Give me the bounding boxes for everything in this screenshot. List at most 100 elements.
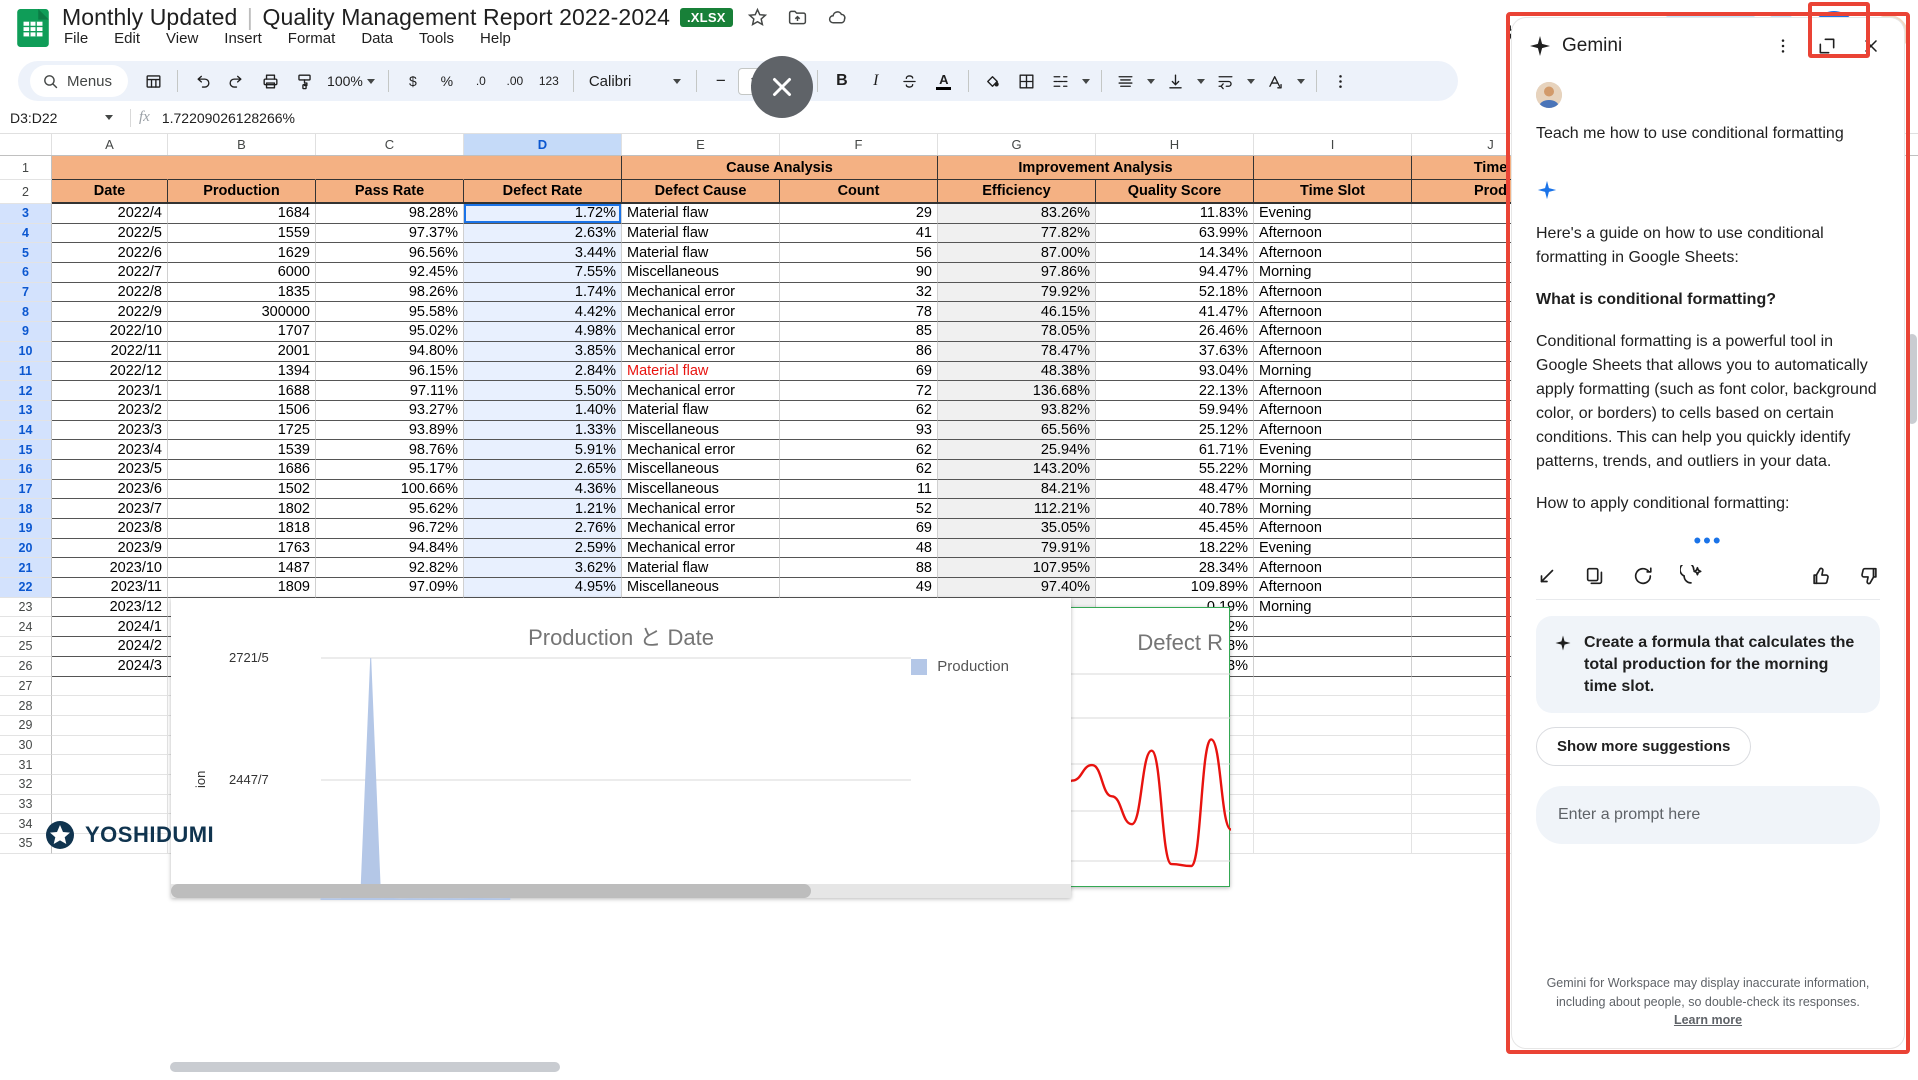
cell-production[interactable]: 1539 bbox=[168, 440, 316, 460]
horizontal-scrollbar[interactable] bbox=[170, 1062, 1510, 1072]
cell-defect-cause[interactable]: Material flaw bbox=[622, 400, 780, 421]
zoom-level-selector[interactable]: 100% bbox=[321, 65, 381, 97]
cell-quality-score[interactable]: 18.22% bbox=[1096, 538, 1254, 559]
cell-blank[interactable] bbox=[1254, 676, 1412, 697]
menu-item-data[interactable]: Data bbox=[359, 28, 395, 49]
merge-cells-icon[interactable] bbox=[1044, 65, 1078, 97]
cell-quality-score[interactable]: 37.63% bbox=[1096, 341, 1254, 362]
cell-time-slot[interactable]: Morning bbox=[1254, 263, 1412, 283]
learn-more-link[interactable]: Learn more bbox=[1674, 1013, 1742, 1027]
cell-defect-cause[interactable]: Miscellaneous bbox=[622, 263, 780, 283]
cell-quality-score[interactable]: 25.12% bbox=[1096, 420, 1254, 441]
row-header-29[interactable]: 29 bbox=[0, 715, 52, 736]
cell-defect-rate[interactable]: 4.36% bbox=[464, 479, 622, 500]
close-overlay-button[interactable] bbox=[751, 56, 813, 118]
cell-production[interactable]: 1487 bbox=[168, 558, 316, 579]
header-defect-rate[interactable]: Defect Rate bbox=[464, 180, 622, 204]
cell-production[interactable]: 1835 bbox=[168, 282, 316, 303]
cell-time-slot[interactable]: Afternoon bbox=[1254, 223, 1412, 244]
cell-time-slot[interactable]: Afternoon bbox=[1254, 558, 1412, 579]
cell-date[interactable]: 2023/6 bbox=[52, 479, 168, 500]
cell-date[interactable]: 2023/9 bbox=[52, 538, 168, 559]
cell-pass-rate[interactable]: 95.58% bbox=[316, 302, 464, 323]
cell-date[interactable]: 2024/1 bbox=[52, 617, 168, 638]
bold-button[interactable]: B bbox=[825, 65, 859, 97]
cell-quality-score[interactable]: 26.46% bbox=[1096, 322, 1254, 342]
decrease-decimal-button[interactable]: .0 bbox=[464, 65, 498, 97]
text-rotation-caret[interactable] bbox=[1293, 65, 1309, 97]
thumb-up-icon[interactable] bbox=[1810, 565, 1832, 587]
cell-efficiency[interactable]: 84.21% bbox=[938, 479, 1096, 500]
cell-blank[interactable] bbox=[52, 676, 168, 697]
row-header-16[interactable]: 16 bbox=[0, 459, 52, 480]
row-header-9[interactable]: 9 bbox=[0, 322, 52, 342]
cell-quality-score[interactable]: 22.13% bbox=[1096, 381, 1254, 401]
row-header-20[interactable]: 20 bbox=[0, 538, 52, 559]
gemini-suggestion-chip[interactable]: Create a formula that calculates the tot… bbox=[1536, 616, 1880, 714]
row-header-33[interactable]: 33 bbox=[0, 794, 52, 815]
cell-pass-rate[interactable]: 94.80% bbox=[316, 341, 464, 362]
cell-production[interactable]: 1686 bbox=[168, 459, 316, 480]
star-icon[interactable] bbox=[743, 2, 773, 32]
cell-time-slot[interactable]: Afternoon bbox=[1254, 381, 1412, 401]
cell-efficiency[interactable]: 112.21% bbox=[938, 499, 1096, 519]
insert-into-sheet-icon[interactable] bbox=[1536, 565, 1558, 587]
move-to-folder-icon[interactable] bbox=[783, 2, 813, 32]
cell-defect-rate[interactable]: 7.55% bbox=[464, 263, 622, 283]
cell-count[interactable]: 29 bbox=[780, 204, 938, 224]
row-header-19[interactable]: 19 bbox=[0, 519, 52, 539]
row-header-13[interactable]: 13 bbox=[0, 400, 52, 421]
cell-production[interactable]: 1506 bbox=[168, 400, 316, 421]
refine-icon[interactable] bbox=[1680, 565, 1702, 587]
cell-time-slot[interactable]: Evening bbox=[1254, 440, 1412, 460]
cell-defect-rate[interactable]: 2.84% bbox=[464, 361, 622, 382]
cell-production[interactable]: 1502 bbox=[168, 479, 316, 500]
cell-defect-rate[interactable]: 5.50% bbox=[464, 381, 622, 401]
cell-time-slot[interactable]: Afternoon bbox=[1254, 243, 1412, 264]
search-menus-button[interactable]: Menus bbox=[30, 65, 129, 97]
cell-pass-rate[interactable]: 96.15% bbox=[316, 361, 464, 382]
cell-b1[interactable] bbox=[168, 156, 316, 180]
cell-defect-rate[interactable]: 2.76% bbox=[464, 519, 622, 539]
borders-icon[interactable] bbox=[1010, 65, 1044, 97]
row-header-10[interactable]: 10 bbox=[0, 341, 52, 362]
cell-efficiency[interactable]: 97.86% bbox=[938, 263, 1096, 283]
cell-efficiency[interactable]: 143.20% bbox=[938, 459, 1096, 480]
cell-time-slot[interactable]: Afternoon bbox=[1254, 420, 1412, 441]
print-icon[interactable] bbox=[253, 65, 287, 97]
cell-pass-rate[interactable]: 95.02% bbox=[316, 322, 464, 342]
row-header-31[interactable]: 31 bbox=[0, 755, 52, 775]
cell-date[interactable]: 2022/7 bbox=[52, 263, 168, 283]
cell-defect-rate[interactable]: 3.85% bbox=[464, 341, 622, 362]
menu-item-view[interactable]: View bbox=[164, 28, 200, 49]
cell-date[interactable]: 2023/12 bbox=[52, 597, 168, 618]
cell-quality-score[interactable]: 55.22% bbox=[1096, 459, 1254, 480]
cell-efficiency[interactable]: 65.56% bbox=[938, 420, 1096, 441]
name-box-caret-icon[interactable] bbox=[96, 115, 122, 120]
cell-date[interactable]: 2023/7 bbox=[52, 499, 168, 519]
cell-count[interactable]: 85 bbox=[780, 322, 938, 342]
cell-efficiency[interactable]: 46.15% bbox=[938, 302, 1096, 323]
cell-defect-rate[interactable]: 1.33% bbox=[464, 420, 622, 441]
text-color-button[interactable]: A bbox=[927, 65, 961, 97]
show-more-suggestions-button[interactable]: Show more suggestions bbox=[1536, 727, 1752, 767]
cell-efficiency[interactable]: 107.95% bbox=[938, 558, 1096, 579]
cell-quality-score[interactable]: 28.34% bbox=[1096, 558, 1254, 579]
cell-defect-rate[interactable]: 4.95% bbox=[464, 578, 622, 598]
cell-count[interactable]: 56 bbox=[780, 243, 938, 264]
cell-efficiency[interactable]: 87.00% bbox=[938, 243, 1096, 264]
cell-quality-score[interactable]: 61.71% bbox=[1096, 440, 1254, 460]
cell-pass-rate[interactable]: 96.72% bbox=[316, 519, 464, 539]
cell-production[interactable]: 1802 bbox=[168, 499, 316, 519]
cell-efficiency[interactable]: 78.05% bbox=[938, 322, 1096, 342]
row-header-14[interactable]: 14 bbox=[0, 420, 52, 441]
text-rotation-icon[interactable] bbox=[1259, 65, 1293, 97]
cell-time-slot[interactable]: Afternoon bbox=[1254, 400, 1412, 421]
row-header-2[interactable]: 2 bbox=[0, 180, 52, 204]
row-header-8[interactable]: 8 bbox=[0, 302, 52, 323]
column-header-i[interactable]: I bbox=[1254, 134, 1412, 155]
paint-format-icon[interactable] bbox=[287, 65, 321, 97]
cell-time-slot[interactable] bbox=[1254, 637, 1412, 657]
cell-count[interactable]: 93 bbox=[780, 420, 938, 441]
cell-blank[interactable] bbox=[1254, 715, 1412, 736]
